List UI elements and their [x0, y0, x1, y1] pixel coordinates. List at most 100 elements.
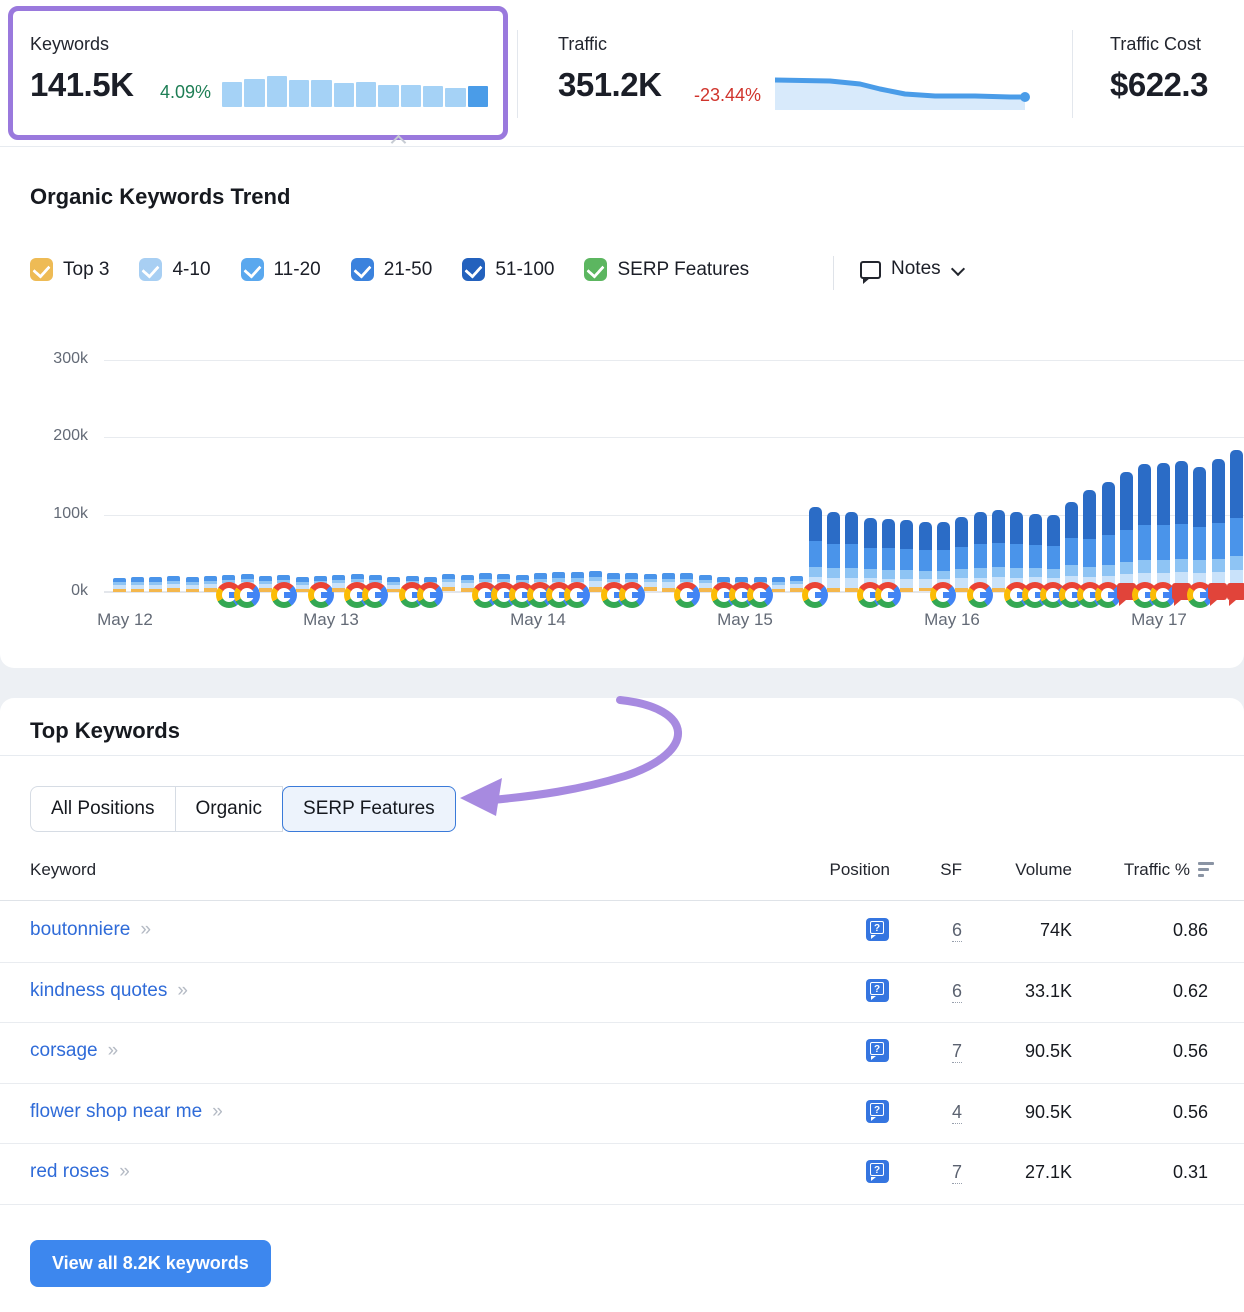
bar-segment: [974, 544, 987, 568]
sf-count[interactable]: 6: [952, 981, 962, 1003]
y-axis-tick: 300k: [8, 350, 88, 368]
keyword-link[interactable]: corsage››: [30, 1040, 116, 1062]
tab-serp-features[interactable]: SERP Features: [282, 786, 456, 832]
serp-position-icon[interactable]: ?: [866, 918, 889, 941]
keyword-link[interactable]: flower shop near me››: [30, 1101, 221, 1123]
keyword-link[interactable]: kindness quotes››: [30, 980, 186, 1002]
trend-bar: [332, 575, 345, 592]
bar-segment: [1029, 545, 1042, 568]
bar-segment: [827, 544, 840, 568]
filter-checkbox-21-50[interactable]: 21-50: [351, 258, 433, 281]
question-mark: ?: [870, 921, 884, 934]
checkbox-icon: [30, 258, 53, 281]
bar-segment: [992, 543, 1005, 568]
trend-bar: [864, 518, 877, 592]
filter-checkbox-top-3[interactable]: Top 3: [30, 258, 109, 281]
keyword-link[interactable]: red roses››: [30, 1161, 128, 1183]
tab-organic[interactable]: Organic: [175, 786, 284, 832]
open-keyword-chevrons-icon[interactable]: ››: [108, 1040, 117, 1061]
sf-count[interactable]: 7: [952, 1041, 962, 1063]
trend-bar: [589, 571, 602, 592]
bar-segment: [937, 522, 950, 550]
serp-position-icon[interactable]: ?: [866, 1100, 889, 1123]
gridline: [104, 437, 1244, 438]
sort-descending-icon[interactable]: [1198, 862, 1214, 880]
bar-segment: [845, 578, 858, 588]
trend-bar: [131, 577, 144, 592]
trend-bar: [662, 573, 675, 592]
keyword-link[interactable]: boutonniere››: [30, 919, 149, 941]
open-keyword-chevrons-icon[interactable]: ››: [212, 1101, 221, 1122]
open-keyword-chevrons-icon[interactable]: ››: [177, 980, 186, 1001]
bar-segment: [955, 569, 968, 578]
row-divider: [0, 1022, 1244, 1023]
trend-bar: [259, 576, 272, 592]
filter-checkbox-11-20[interactable]: 11-20: [241, 258, 321, 281]
filter-checkbox-51-100[interactable]: 51-100: [462, 258, 554, 281]
bar-segment: [113, 589, 126, 592]
column-header-traffic-[interactable]: Traffic %: [1124, 860, 1214, 880]
note-marker-icon[interactable]: [1227, 583, 1244, 600]
note-marker-icon[interactable]: [1208, 583, 1227, 600]
bar-segment: [1212, 559, 1225, 572]
checkbox-icon: [351, 258, 374, 281]
trend-bar: [772, 577, 785, 592]
volume-value: 33.1K: [1025, 981, 1072, 1002]
open-keyword-chevrons-icon[interactable]: ››: [119, 1161, 128, 1182]
filter-checkbox-4-10[interactable]: 4-10: [139, 258, 210, 281]
trend-bar: [644, 574, 657, 592]
filter-checkbox-serp-features[interactable]: SERP Features: [584, 258, 749, 281]
filter-label: 11-20: [274, 259, 321, 281]
trend-bar: [1230, 450, 1243, 592]
google-serp-icon: [564, 582, 590, 608]
trend-bar: [1157, 463, 1170, 592]
question-mark: ?: [870, 1042, 884, 1055]
tab-all-positions[interactable]: All Positions: [30, 786, 176, 832]
trend-bar: [186, 577, 199, 592]
serp-position-icon[interactable]: ?: [866, 1039, 889, 1062]
filter-label: 51-100: [495, 259, 554, 281]
row-divider: [0, 1143, 1244, 1144]
traffic-percent-value: 0.86: [1173, 920, 1208, 941]
y-axis-tick: 100k: [8, 505, 88, 523]
traffic-metric-label: Traffic: [558, 34, 607, 55]
bar-segment: [1065, 538, 1078, 565]
traffic-metric-value: 351.2K: [558, 66, 661, 104]
keywords-metric-value: 141.5K: [30, 66, 133, 104]
sparkline-bar: [244, 79, 264, 107]
google-serp-icon: [619, 582, 645, 608]
trend-bar: [1193, 467, 1206, 592]
view-all-keywords-button[interactable]: View all 8.2K keywords: [30, 1240, 271, 1287]
sparkline-bar: [334, 83, 354, 107]
trend-bar: [1102, 482, 1115, 592]
google-serp-icon: [271, 582, 297, 608]
bar-segment: [1212, 523, 1225, 559]
bar-segment: [662, 588, 675, 592]
open-keyword-chevrons-icon[interactable]: ››: [140, 919, 149, 940]
sparkline-bar: [445, 88, 465, 107]
bar-segment: [1029, 514, 1042, 545]
bar-segment: [827, 568, 840, 578]
notes-dropdown[interactable]: Notes: [860, 258, 964, 280]
serp-position-icon[interactable]: ?: [866, 1160, 889, 1183]
bar-segment: [1175, 524, 1188, 559]
traffic-percent-value: 0.31: [1173, 1162, 1208, 1183]
sf-count[interactable]: 4: [952, 1102, 962, 1124]
bar-segment: [1047, 515, 1060, 546]
overview-card: Keywords 141.5K 4.09% Traffic 351.2K -23…: [0, 0, 1244, 668]
bar-segment: [827, 578, 840, 588]
trend-bar: [387, 577, 400, 592]
traffic-percent-value: 0.56: [1173, 1102, 1208, 1123]
bar-segment: [1193, 560, 1206, 573]
sf-count[interactable]: 7: [952, 1162, 962, 1184]
volume-value: 90.5K: [1025, 1102, 1072, 1123]
gridline: [104, 360, 1244, 361]
bar-segment: [827, 588, 840, 592]
sf-count[interactable]: 6: [952, 920, 962, 942]
serp-position-icon[interactable]: ?: [866, 979, 889, 1002]
trend-bar: [149, 577, 162, 592]
bar-segment: [919, 522, 932, 550]
trend-bar: [919, 522, 932, 592]
column-header-keyword: Keyword: [30, 860, 96, 880]
collapse-chevron-icon[interactable]: [392, 134, 405, 147]
